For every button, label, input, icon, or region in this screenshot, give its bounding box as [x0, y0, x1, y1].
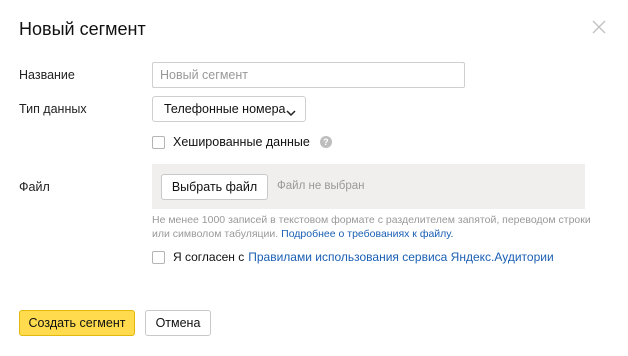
file-requirements-link[interactable]: Подробнее о требованиях к файлу.	[281, 228, 453, 240]
new-segment-dialog: Новый сегмент Название Тип данных Телефо…	[0, 0, 628, 356]
name-label: Название	[19, 68, 75, 82]
help-icon[interactable]: ?	[319, 136, 332, 148]
hashed-label: Хешированные данные	[173, 135, 310, 149]
chevron-down-icon	[286, 105, 296, 123]
agree-text: Я согласен с	[173, 250, 245, 264]
agree-row: Я согласен с Правилами использования сер…	[152, 250, 554, 264]
cancel-button[interactable]: Отмена	[145, 310, 211, 336]
file-drop-area: Выбрать файл Файл не выбран	[152, 164, 585, 209]
choose-file-button[interactable]: Выбрать файл	[161, 174, 268, 200]
terms-link[interactable]: Правилами использования сервиса Яндекс.А…	[248, 250, 553, 264]
file-status: Файл не выбран	[277, 180, 365, 192]
agree-checkbox[interactable]	[152, 250, 165, 264]
file-label: Файл	[19, 180, 50, 194]
file-hint: Не менее 1000 записей в текстовом формат…	[152, 214, 592, 241]
segment-name-input[interactable]	[152, 62, 465, 88]
data-type-select[interactable]: Телефонные номера	[152, 96, 306, 122]
close-icon[interactable]	[590, 18, 608, 36]
data-type-value: Телефонные номера	[164, 102, 286, 116]
dialog-title: Новый сегмент	[19, 19, 146, 39]
hashed-row: Хешированные данные ?	[152, 135, 332, 149]
data-type-label: Тип данных	[19, 102, 87, 116]
hashed-checkbox[interactable]	[152, 135, 165, 149]
create-segment-button[interactable]: Создать сегмент	[19, 310, 135, 336]
